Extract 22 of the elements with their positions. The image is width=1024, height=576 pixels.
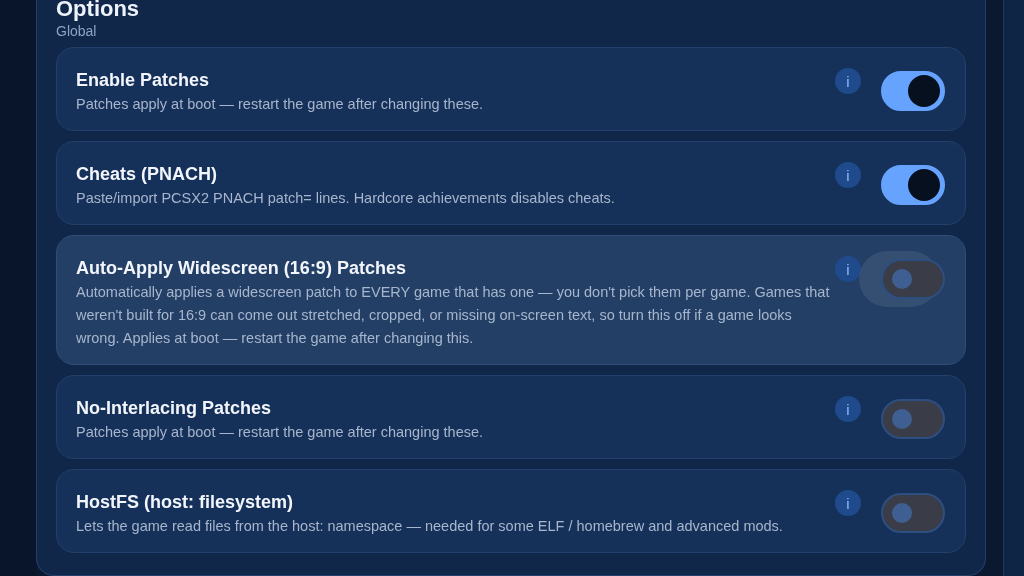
toggle-switch[interactable] [881, 493, 945, 533]
option-title: Enable Patches [76, 70, 211, 91]
info-button[interactable]: i [835, 68, 861, 94]
panel-title: Options [56, 0, 141, 20]
info-button[interactable]: i [835, 162, 861, 188]
info-button[interactable]: i [835, 396, 861, 422]
option-description: Patches apply at boot — restart the game after changing these. [76, 423, 485, 442]
info-button[interactable]: i [835, 256, 861, 282]
toggle-switch[interactable] [881, 259, 945, 299]
toggle-switch[interactable] [881, 71, 945, 111]
option-description: Lets the game read files from the host: namespace — needed for some ELF / homebrew and advanced mods. [76, 517, 784, 536]
option-title: No-Interlacing Patches [76, 398, 273, 419]
option-description: Patches apply at boot — restart the game after changing these. [76, 95, 485, 114]
option-description: Paste/import PCSX2 PNACH patch= lines. Hardcore achievements disables cheats. [76, 189, 616, 208]
info-button[interactable]: i [835, 490, 861, 516]
option-description: Automatically applies a widescreen patch to EVERY game that has one — you don't pick them per game. Games that weren't built for 16:9 can come out stretched, cropped, or missing on-screen text, so turn this off if a game looks wrong. Applies at boot — restart the game after changing this. [76, 283, 831, 348]
option-title: Cheats (PNACH) [76, 164, 218, 185]
toggle-switch[interactable] [881, 399, 945, 439]
option-title: Auto-Apply Widescreen (16:9) Patches [76, 258, 407, 279]
option-title: HostFS (host: filesystem) [76, 492, 295, 513]
toggle-switch[interactable] [881, 165, 945, 205]
panel-subtitle: Global [56, 23, 98, 39]
